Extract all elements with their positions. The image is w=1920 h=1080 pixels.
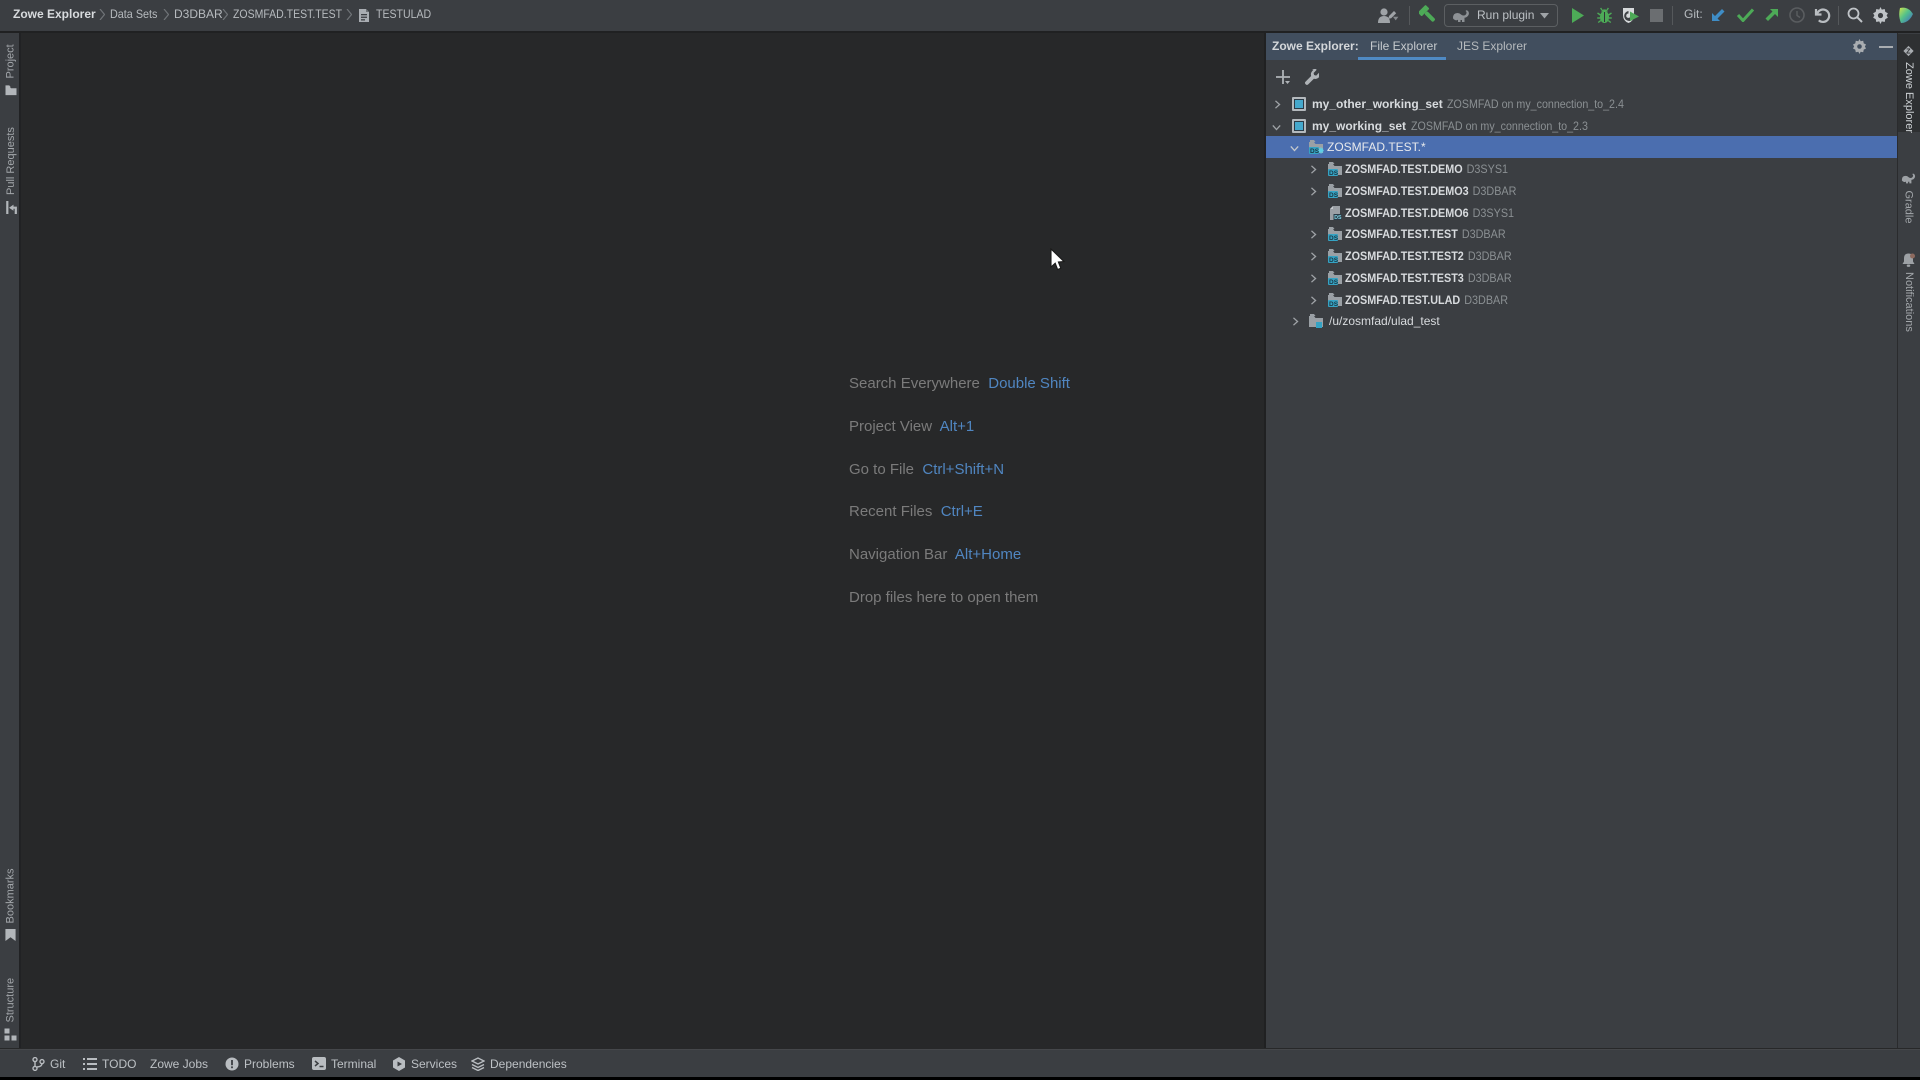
svg-text:DS: DS — [1329, 257, 1339, 264]
svg-text:DS: DS — [1310, 148, 1320, 155]
svg-text:DS: DS — [1329, 192, 1339, 199]
svg-text:DS: DS — [1329, 170, 1339, 177]
svg-text:DS: DS — [1329, 235, 1339, 242]
svg-text:DS: DS — [1329, 279, 1339, 286]
svg-text:DS: DS — [1329, 301, 1339, 308]
svg-text:DS: DS — [1334, 215, 1342, 221]
svg-text:Z: Z — [1906, 47, 1911, 56]
